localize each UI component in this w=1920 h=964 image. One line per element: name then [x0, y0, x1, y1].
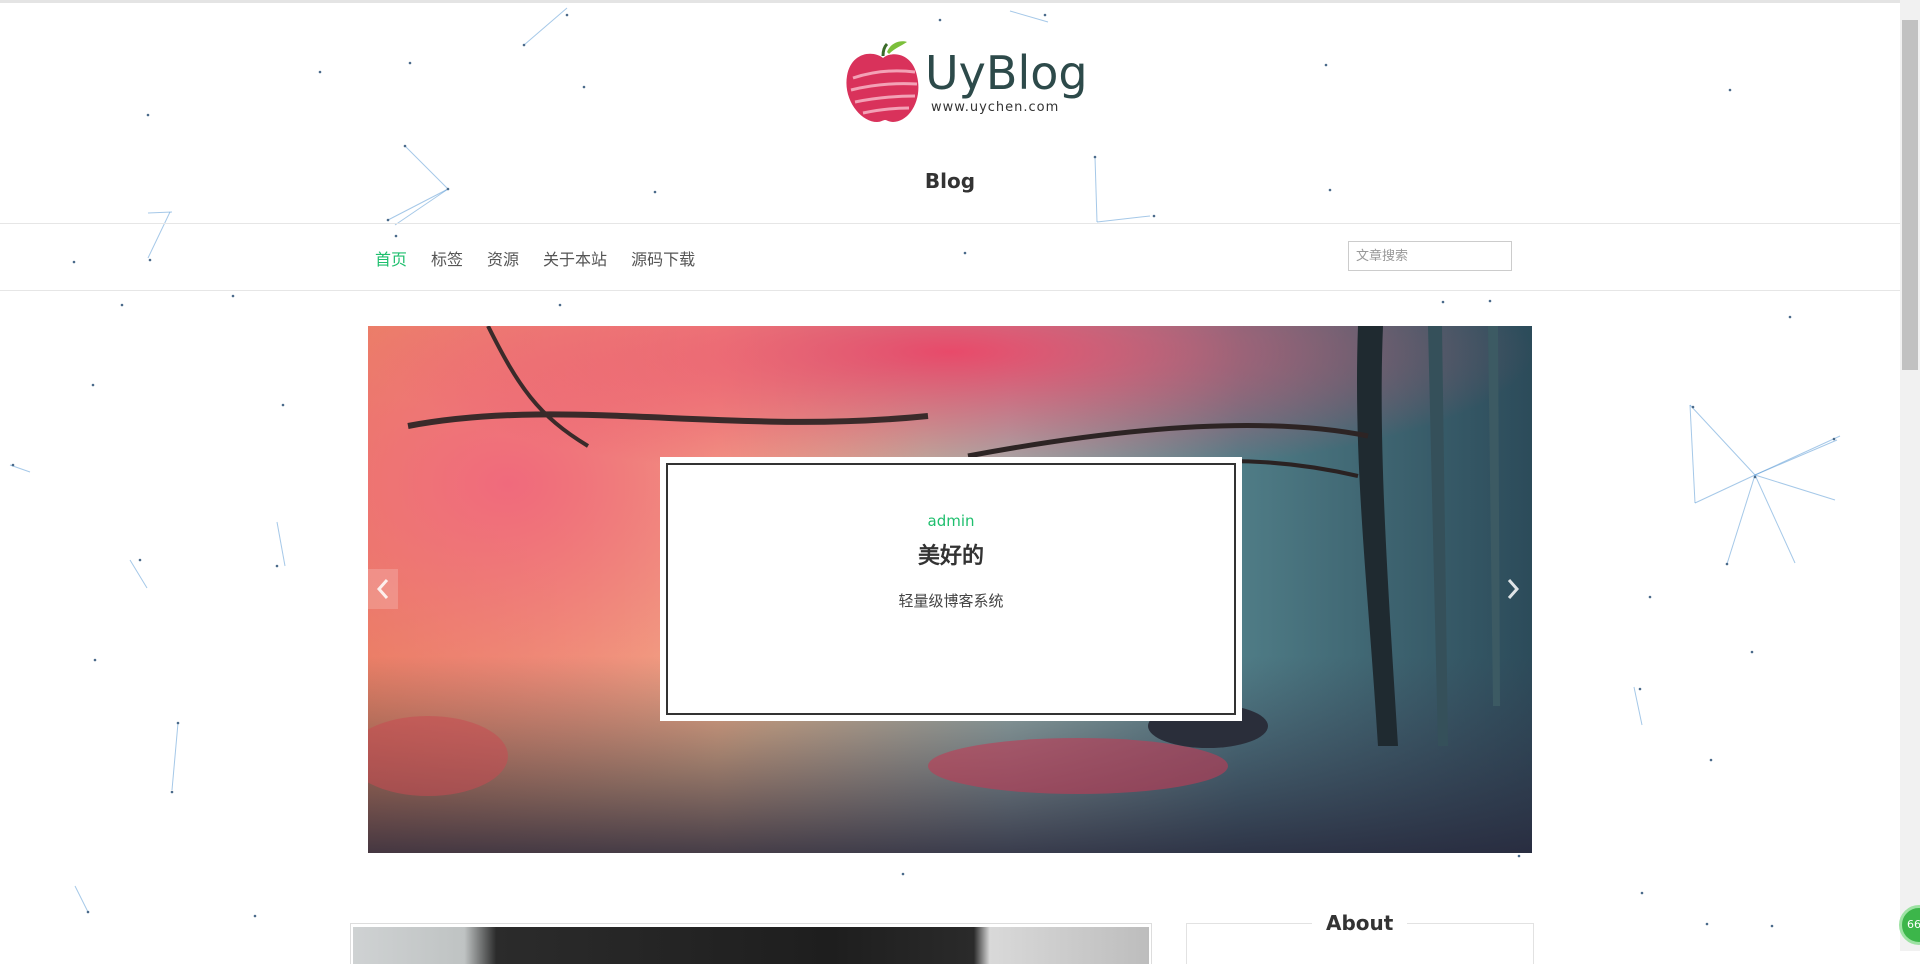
network-dot [938, 18, 942, 22]
scrollbar-thumb[interactable] [1902, 20, 1918, 370]
site-logo[interactable]: UyBlog www.uychen.com [843, 38, 1088, 128]
network-dot [1043, 13, 1047, 17]
network-line [1726, 474, 1756, 565]
apple-logo-icon [846, 41, 919, 122]
network-dot [1691, 405, 1695, 409]
network-dot [1750, 650, 1754, 654]
nav-item-resources[interactable]: 资源 [487, 246, 519, 270]
post-title[interactable]: 美好的 [663, 538, 1239, 570]
network-dot [522, 43, 526, 47]
network-dot [281, 403, 285, 407]
network-dot [138, 558, 142, 562]
nav-list: 首页 标签 资源 关于本站 源码下载 [375, 246, 695, 270]
network-dot [1788, 315, 1792, 319]
network-line [523, 7, 568, 46]
network-line [9, 464, 31, 473]
about-title: About [1312, 911, 1408, 935]
network-line [1633, 686, 1643, 726]
network-dot [386, 218, 390, 222]
network-dot [565, 13, 569, 17]
network-dot [1093, 155, 1097, 159]
hero-carousel: admin 美好的 轻量级博客系统 [368, 326, 1532, 853]
site-subtitle: Blog [924, 169, 976, 193]
network-line [129, 559, 148, 589]
network-line [1689, 404, 1696, 504]
network-dot [1709, 758, 1713, 762]
network-dot [1770, 924, 1774, 928]
network-line [74, 885, 89, 913]
search-input[interactable] [1348, 241, 1512, 271]
network-dot [558, 303, 562, 307]
nav-item-source-download[interactable]: 源码下载 [631, 246, 695, 270]
network-dot [1728, 88, 1732, 92]
network-dot [1725, 562, 1729, 566]
network-dot [318, 70, 322, 74]
network-dot [1753, 475, 1757, 479]
post-thumbnail[interactable] [353, 927, 1149, 964]
carousel-caption-card[interactable]: admin 美好的 轻量级博客系统 [660, 457, 1242, 721]
network-line [171, 722, 179, 791]
network-dot [1640, 891, 1644, 895]
network-dot [176, 721, 180, 725]
network-dot [403, 144, 407, 148]
network-dot [408, 61, 412, 65]
post-card[interactable] [350, 923, 1152, 964]
network-dot [120, 303, 124, 307]
post-description: 轻量级博客系统 [898, 592, 1004, 610]
network-line [276, 521, 286, 567]
network-dot [1638, 687, 1642, 691]
nav-item-about-site[interactable]: 关于本站 [543, 246, 607, 270]
network-line [1694, 474, 1756, 504]
network-dot [1648, 595, 1652, 599]
network-dot [231, 294, 235, 298]
network-dot [1488, 299, 1492, 303]
network-dot [93, 658, 97, 662]
network-dot [275, 564, 279, 568]
network-line [394, 188, 449, 226]
top-border [0, 0, 1900, 3]
network-line [147, 211, 173, 214]
network-dot [1152, 214, 1156, 218]
logo-url: www.uychen.com [931, 100, 1060, 115]
chevron-right-icon [1507, 579, 1520, 599]
network-line [1754, 474, 1836, 501]
network-dot [1441, 300, 1445, 304]
network-line [1754, 474, 1796, 564]
carousel-next-button[interactable] [1498, 569, 1528, 609]
network-dot [253, 914, 257, 918]
network-line [1754, 439, 1838, 476]
page-scrollbar[interactable] [1900, 0, 1920, 951]
carousel-prev-button[interactable] [368, 569, 398, 609]
network-dot [582, 85, 586, 89]
network-dot [1705, 922, 1709, 926]
network-line [1754, 435, 1841, 476]
logo-title: UyBlog [925, 46, 1088, 100]
network-dot [11, 463, 15, 467]
network-dot [86, 910, 90, 914]
network-line [1009, 10, 1049, 23]
network-line [387, 188, 449, 221]
network-dot [146, 113, 150, 117]
post-author[interactable]: admin [663, 512, 1239, 530]
nav-item-tags[interactable]: 标签 [431, 246, 463, 270]
network-dot [1324, 63, 1328, 67]
network-line [1096, 215, 1151, 223]
network-dot [901, 872, 905, 876]
network-dot [91, 383, 95, 387]
nav-item-home[interactable]: 首页 [375, 246, 407, 270]
main-navbar: 首页 标签 资源 关于本站 源码下载 [0, 223, 1900, 291]
network-dot [170, 790, 174, 794]
chevron-left-icon [376, 579, 389, 599]
network-dot [1832, 437, 1836, 441]
network-dot [1517, 854, 1521, 858]
caption-frame [666, 463, 1236, 715]
network-line [1689, 404, 1756, 476]
